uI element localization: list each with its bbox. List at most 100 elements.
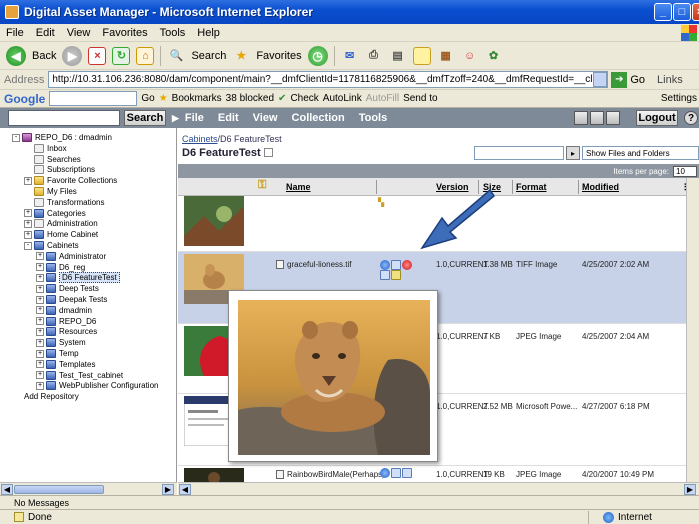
google-autofill-button[interactable]: AutoFill [366, 93, 399, 104]
tree-item[interactable]: Inbox [24, 143, 67, 154]
mail-icon[interactable]: ✉ [341, 47, 359, 65]
tree-item-label[interactable]: Subscriptions [47, 165, 95, 174]
tree-item-label[interactable]: Home Cabinet [47, 230, 98, 239]
google-autolink-button[interactable]: AutoLink [323, 93, 362, 104]
expand-icon[interactable]: + [24, 230, 32, 239]
tree-item[interactable]: + Administration [24, 218, 98, 229]
tree-item[interactable]: + dmadmin [36, 305, 92, 316]
tree-item-label[interactable]: Resources [59, 327, 97, 336]
tree-item[interactable]: + Deep Tests [36, 283, 99, 294]
discuss-icon[interactable] [412, 46, 431, 65]
expand-icon[interactable]: + [36, 360, 44, 369]
tree-item[interactable]: + Categories [24, 208, 86, 219]
tree-item-label[interactable]: Administration [47, 219, 98, 228]
tree-item-label[interactable]: dmadmin [59, 306, 92, 315]
edit-icon[interactable] [391, 260, 401, 270]
minimize-button[interactable]: _ [654, 3, 672, 21]
tree-item-label[interactable]: Administrator [59, 252, 106, 261]
file-list-horizontal-scrollbar[interactable]: ◀ ▶ [178, 482, 699, 495]
file-list-vertical-scrollbar[interactable] [686, 178, 699, 482]
items-per-page-select[interactable]: 10 [673, 165, 697, 177]
tree-item[interactable]: + Administrator [36, 251, 106, 262]
favorites-star-icon[interactable]: ★ [232, 47, 250, 65]
scroll-right-icon[interactable]: ▶ [162, 484, 174, 495]
tree-item-label[interactable]: Cabinets [47, 241, 79, 250]
menu-edit[interactable]: Edit [30, 27, 61, 39]
tree-item[interactable]: - Cabinets [24, 240, 79, 251]
dam-menu-edit[interactable]: Edit [218, 112, 239, 124]
messenger-icon[interactable]: ☺ [461, 47, 479, 65]
column-format[interactable]: Format [516, 182, 547, 192]
tree-item[interactable]: + Deepak Tests [36, 294, 107, 305]
tree-item-label[interactable]: Add Repository [24, 392, 79, 401]
lock-icon[interactable] [391, 270, 401, 280]
logout-button[interactable]: Logout [636, 110, 678, 126]
expand-icon[interactable]: + [36, 317, 44, 326]
tree-item[interactable]: + Test_Test_cabinet [36, 370, 123, 381]
expand-icon[interactable]: + [36, 263, 44, 272]
maximize-button[interactable]: □ [673, 3, 691, 21]
tree-item[interactable]: + Temp [36, 348, 79, 359]
close-button[interactable]: × [692, 3, 699, 21]
menu-file[interactable]: File [0, 27, 30, 39]
scroll-thumb[interactable] [14, 485, 104, 494]
google-popup-blocked[interactable]: 38 blocked [226, 93, 274, 104]
scroll-left-icon[interactable]: ◀ [179, 484, 191, 495]
tree-item-label[interactable]: REPO_D6 : dmadmin [35, 133, 112, 142]
research-icon[interactable]: ▦ [437, 47, 455, 65]
tree-item-label[interactable]: Inbox [47, 144, 67, 153]
print-icon[interactable]: ⎙ [365, 47, 383, 65]
tree-item-label[interactable]: Categories [47, 209, 86, 218]
expand-icon[interactable]: + [36, 327, 44, 336]
tree-item-label[interactable]: Favorite Collections [47, 176, 117, 185]
tree-item-label[interactable]: Templates [59, 360, 95, 369]
column-name[interactable]: Name [286, 182, 311, 192]
tree-item[interactable]: + D6_reg [36, 262, 85, 273]
go-button[interactable]: Go [630, 74, 645, 86]
expand-icon[interactable]: + [36, 381, 44, 390]
expand-icon[interactable]: + [36, 252, 44, 261]
refresh-icon[interactable]: ↻ [112, 46, 131, 65]
tree-item[interactable]: + WebPublisher Configuration [36, 380, 158, 391]
search-button[interactable]: Search [191, 50, 226, 62]
tree-item[interactable]: - REPO_D6 : dmadmin [12, 132, 112, 143]
dam-search-button[interactable]: Search [124, 110, 166, 126]
tree-item-label[interactable]: Temp [59, 349, 79, 358]
edit-page-icon[interactable]: ▤ [389, 47, 407, 65]
tree-item-label[interactable]: Searches [47, 155, 81, 164]
tree-item-label[interactable]: Transformations [47, 198, 105, 207]
breadcrumb-cabinets[interactable]: Cabinets [182, 134, 218, 144]
tree-item-label[interactable]: D6 FeatureTest [59, 272, 120, 284]
expand-icon[interactable]: + [36, 295, 44, 304]
expand-icon[interactable]: + [36, 273, 44, 282]
home-icon[interactable]: ⌂ [136, 46, 155, 65]
tree-item-label[interactable]: Deep Tests [59, 284, 99, 293]
thumbnail-view-icon[interactable] [590, 111, 604, 125]
dam-menu-collection[interactable]: Collection [292, 112, 345, 124]
google-settings-button[interactable]: Settings [661, 93, 699, 104]
tree-item[interactable]: + Home Cabinet [24, 229, 98, 240]
address-dropdown-icon[interactable] [593, 72, 608, 87]
file-name[interactable]: RainbowBirdMale(Perhaps) [287, 470, 385, 479]
tree-item[interactable]: Subscriptions [24, 164, 95, 175]
collapse-icon[interactable]: - [12, 133, 20, 142]
back-button[interactable]: Back [32, 50, 56, 62]
view-options-dropdown-icon[interactable] [606, 111, 620, 125]
tree-item-label[interactable]: My Files [47, 187, 77, 196]
tree-item[interactable]: + D6 FeatureTest [36, 272, 120, 284]
search-icon[interactable]: 🔍 [167, 47, 185, 65]
list-view-icon[interactable] [574, 111, 588, 125]
tree-item-label[interactable]: Test_Test_cabinet [59, 371, 123, 380]
folder-properties-icon[interactable] [263, 148, 273, 157]
scroll-left-icon[interactable]: ◀ [1, 484, 13, 495]
tree-item[interactable]: Add Repository [24, 391, 79, 402]
tree-item-label[interactable]: WebPublisher Configuration [59, 381, 158, 390]
forward-arrow-icon[interactable]: ▶ [62, 45, 83, 66]
back-arrow-icon[interactable]: ◀ [6, 45, 26, 66]
file-name-cell[interactable]: graceful-lioness.tif [276, 260, 351, 269]
show-files-select[interactable]: Show Files and Folders [582, 146, 699, 160]
tree-item-label[interactable]: System [59, 338, 86, 347]
delete-icon[interactable] [402, 260, 412, 270]
table-row[interactable]: RainbowBirdMale(Perhaps) 1.0,CURRENT 19 … [178, 466, 699, 482]
tree-item-label[interactable]: Deepak Tests [59, 295, 107, 304]
